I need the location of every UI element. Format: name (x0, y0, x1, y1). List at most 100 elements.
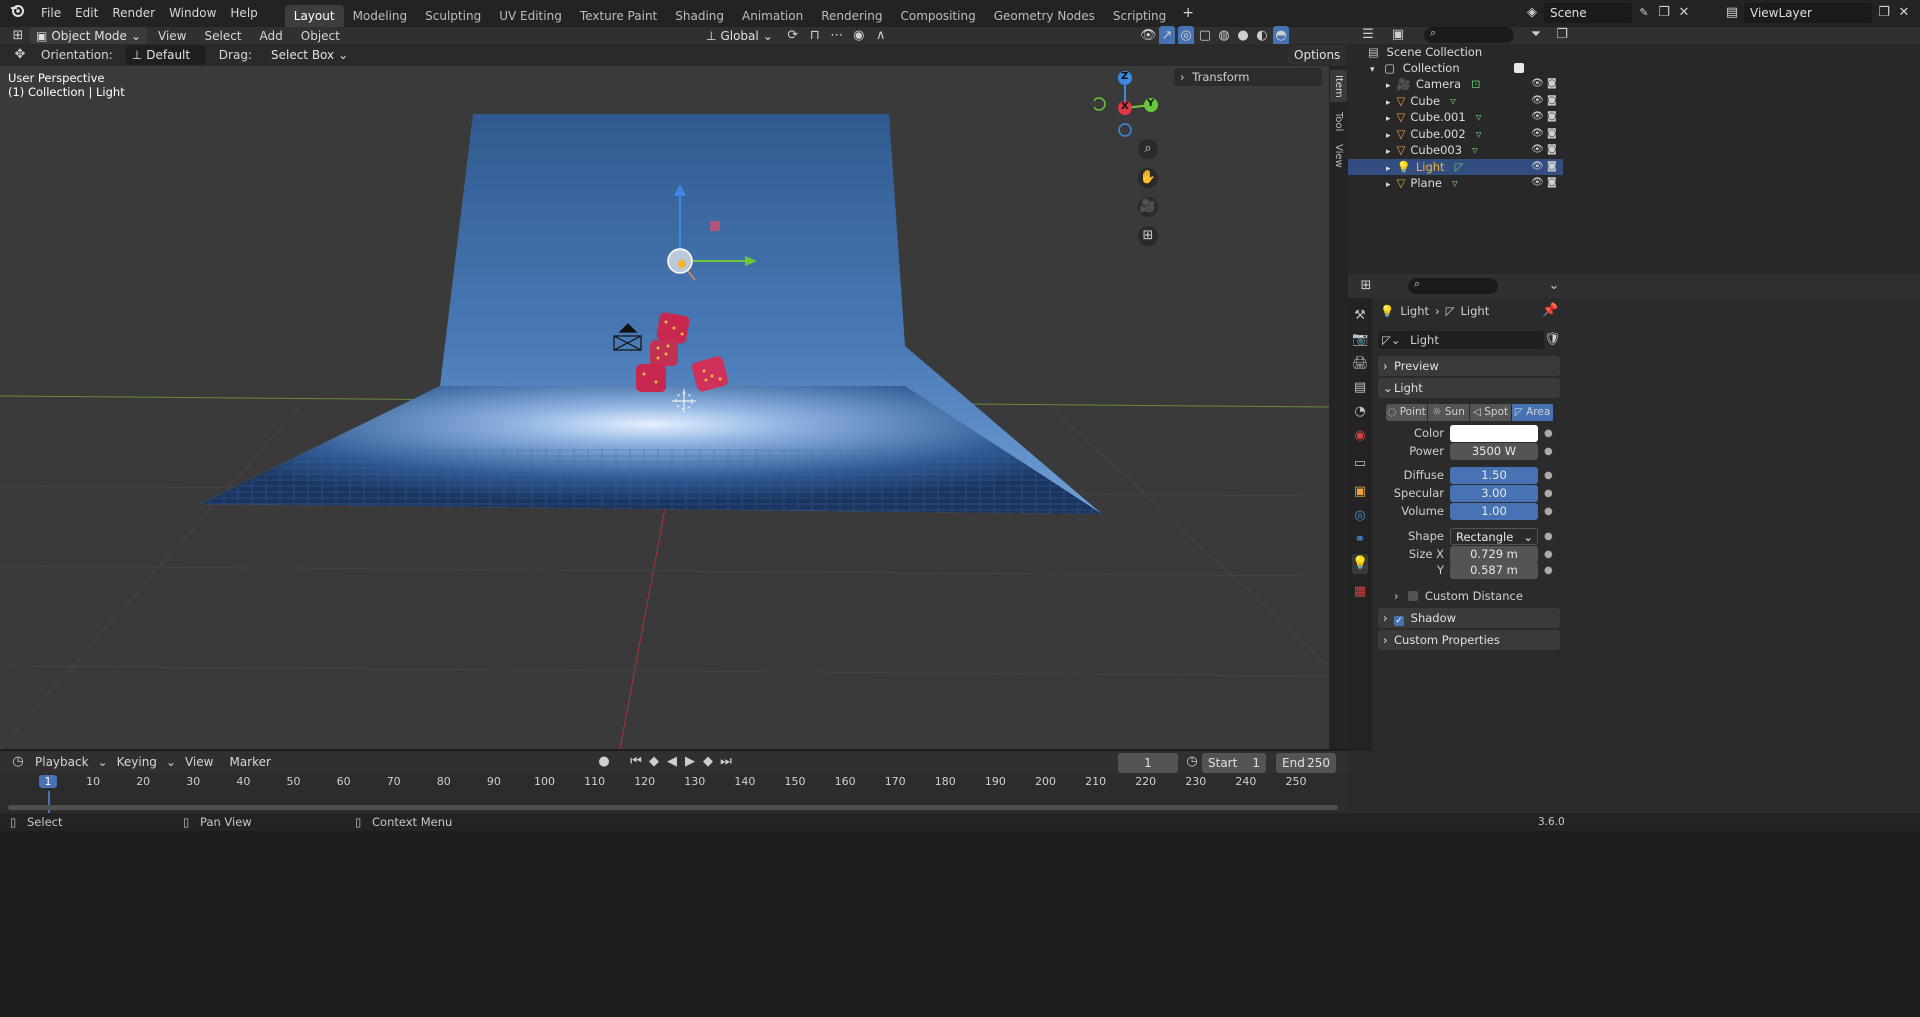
keyframe-dot-icon[interactable]: ● (1544, 562, 1553, 579)
mesh-data-icon[interactable]: ▿ (1476, 110, 1482, 124)
orientation-dropdown[interactable]: ⊥ Default (125, 45, 206, 65)
keyframe-dot-icon[interactable]: ● (1544, 503, 1553, 520)
world-tab-icon[interactable]: ◉ (1352, 426, 1368, 446)
rendered-shading-icon[interactable]: ◓ (1273, 26, 1289, 46)
keyframe-dot-icon[interactable]: ● (1544, 546, 1553, 563)
expand-arrow-icon[interactable]: ▸ (1386, 180, 1391, 190)
current-frame-field[interactable]: 1 (1118, 753, 1178, 773)
scene-tab-icon[interactable]: ◔ (1352, 402, 1368, 422)
record-icon[interactable]: ● (596, 752, 612, 772)
play-reverse-icon[interactable]: ◀ (664, 752, 680, 772)
expand-arrow-icon[interactable]: ▸ (1386, 81, 1391, 91)
render-visibility-icon[interactable]: ◙ (1547, 76, 1557, 92)
new-scene-icon[interactable]: ❐ (1656, 3, 1672, 23)
menu-select[interactable]: Select (197, 26, 248, 46)
outliner-search-field[interactable]: ⌕ (1424, 26, 1514, 43)
pan-hand-icon[interactable]: ✋ (1138, 168, 1158, 188)
tab-item[interactable]: Item (1330, 70, 1347, 102)
render-visibility-icon[interactable]: ◙ (1547, 126, 1557, 142)
pivot-icon[interactable]: ⟳ (785, 26, 801, 46)
menu-file[interactable]: File (34, 0, 68, 27)
collection-row[interactable]: ▾ ▢ Collection (1348, 60, 1568, 76)
menu-help[interactable]: Help (223, 0, 264, 27)
mesh-data-icon[interactable]: ▿ (1450, 94, 1456, 108)
menu-edit[interactable]: Edit (68, 0, 105, 27)
menu-keying[interactable]: Keying (110, 752, 164, 772)
menu-marker[interactable]: Marker (222, 752, 277, 772)
expand-arrow-icon[interactable]: ▸ (1386, 98, 1391, 108)
light-type-sun[interactable]: ☼ Sun (1428, 404, 1470, 421)
timeline-scrollbar[interactable] (8, 805, 1338, 810)
transform-panel-header[interactable]: › Transform (1174, 68, 1322, 86)
snap-icon[interactable]: ⊓ (807, 26, 823, 46)
expand-arrow-icon[interactable]: ▸ (1386, 114, 1391, 124)
mesh-data-icon[interactable]: ▿ (1472, 143, 1478, 157)
drag-dropdown[interactable]: Select Box ⌄ (264, 45, 355, 65)
object-tab-icon[interactable]: ▣ (1352, 482, 1368, 502)
render-visibility-icon[interactable]: ◙ (1547, 175, 1557, 191)
new-viewlayer-icon[interactable]: ❐ (1876, 3, 1892, 23)
solid-shading-icon[interactable]: ● (1235, 26, 1251, 46)
workspace-tab-shading[interactable]: Shading (666, 5, 733, 27)
filter-icon[interactable]: ⏷ (1528, 25, 1544, 45)
render-visibility-icon[interactable]: ◙ (1547, 159, 1557, 175)
visibility-eye-icon[interactable]: 👁 (1531, 142, 1544, 158)
light-type-point[interactable]: ◌ Point (1386, 404, 1428, 421)
light-panel-header[interactable]: ⌄ Light (1378, 378, 1560, 398)
visibility-icon[interactable]: 👁 (1140, 26, 1157, 46)
physics-tab-icon[interactable]: ◎ (1352, 506, 1368, 526)
tool-tab-icon[interactable]: ⚒ (1352, 306, 1368, 326)
workspace-tab-animation[interactable]: Animation (733, 5, 812, 27)
menu-object[interactable]: Object (294, 26, 347, 46)
visibility-eye-icon[interactable]: 👁 (1531, 175, 1544, 191)
mode-dropdown[interactable]: ▣ Object Mode ⌄ (30, 27, 147, 45)
tab-tool[interactable]: Tool (1330, 106, 1347, 138)
frame-ruler[interactable]: 1 10 20 30 40 50 60 70 80 90 100 110 120 130 140 150 160… (0, 773, 1348, 791)
wireframe-shading-icon[interactable]: ◍ (1216, 26, 1232, 46)
jump-end-icon[interactable]: ⏭ (718, 752, 734, 772)
shadow-checkbox[interactable]: ✓ (1394, 616, 1404, 626)
workspace-tab-scripting[interactable]: Scripting (1104, 5, 1175, 27)
expand-arrow-icon[interactable]: ▾ (1370, 65, 1375, 75)
viewlayer-field[interactable]: ViewLayer (1744, 3, 1872, 23)
mesh-data-icon[interactable]: ▿ (1452, 176, 1458, 190)
workspace-tab-rendering[interactable]: Rendering (812, 5, 891, 27)
camera-data-icon[interactable]: ⊡ (1471, 77, 1481, 91)
output-tab-icon[interactable]: 🖨 (1352, 354, 1369, 374)
pin-icon[interactable]: ✎ (1636, 3, 1652, 23)
jump-start-icon[interactable]: ⏮ (628, 752, 644, 772)
mesh-data-icon[interactable]: ▿ (1476, 127, 1482, 141)
blender-logo-icon[interactable] (0, 0, 34, 27)
chevron-down-icon[interactable]: ⌄ (1546, 276, 1562, 296)
workspace-tab-layout[interactable]: Layout (284, 5, 344, 27)
pin-icon[interactable]: 📌 (1542, 301, 1558, 321)
custom-properties-panel-header[interactable]: › Custom Properties (1378, 630, 1560, 650)
new-collection-icon[interactable]: ❐ (1554, 25, 1570, 45)
light-data-icon[interactable]: ◸ (1455, 160, 1464, 174)
snap-target-icon[interactable]: ⋯ (829, 26, 845, 46)
menu-playback[interactable]: Playback (28, 752, 96, 772)
scene-icon[interactable]: ◈ (1524, 3, 1540, 23)
timeline-editor-icon[interactable]: ◷ (10, 752, 26, 772)
size-y-field[interactable]: 0.587 m (1450, 562, 1538, 579)
tab-view[interactable]: View (1330, 140, 1347, 172)
properties-editor-icon[interactable]: ⊞ (1358, 276, 1374, 296)
render-visibility-icon[interactable]: ◙ (1547, 93, 1557, 109)
fake-user-icon[interactable]: 🛡 (1544, 330, 1561, 350)
clock-icon[interactable]: ◷ (1184, 752, 1200, 772)
delete-viewlayer-icon[interactable]: ✕ (1896, 3, 1912, 23)
light-data-tab-icon[interactable]: 💡 (1352, 554, 1368, 574)
custom-distance-subpanel[interactable]: › Custom Distance (1394, 588, 1554, 604)
menu-add[interactable]: Add (253, 26, 290, 46)
move-tool-icon[interactable]: ✥ (12, 45, 28, 65)
menu-view[interactable]: View (178, 752, 220, 772)
menu-render[interactable]: Render (105, 0, 162, 27)
ortho-grid-icon[interactable]: ⊞ (1138, 226, 1158, 246)
expand-arrow-icon[interactable]: ▸ (1386, 131, 1391, 141)
add-workspace-icon[interactable]: + (1175, 0, 1201, 27)
workspace-tab-geometry-nodes[interactable]: Geometry Nodes (985, 5, 1104, 27)
collection-checkbox[interactable] (1514, 63, 1524, 73)
custom-distance-checkbox[interactable] (1408, 591, 1419, 601)
proportional-edit-icon[interactable]: ◉ (851, 26, 867, 46)
delete-scene-icon[interactable]: ✕ (1676, 3, 1692, 23)
